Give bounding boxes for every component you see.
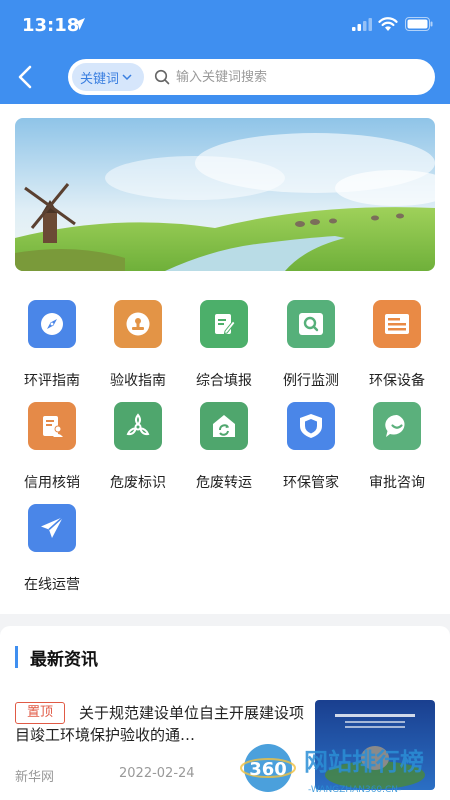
status-time: 13:18 (22, 15, 80, 36)
grid-item-routine-monitoring[interactable]: 例行监测 (268, 300, 354, 400)
news-headline: 关于规范建设单位自主开展建设项目竣工环境保护验收的通… (15, 704, 305, 744)
grid-item-credit-writeoff[interactable]: 信用核销 (9, 402, 95, 502)
grid-item-label: 危废标识 (110, 475, 166, 491)
biohazard-icon (114, 402, 162, 450)
grid-item-label: 环保设备 (369, 373, 425, 389)
grid-item-acceptance-guide[interactable]: 验收指南 (95, 300, 181, 400)
news-section-title: 最新资讯 (30, 650, 98, 670)
search-bar: 关键词 (68, 59, 435, 95)
grid-item-label: 审批咨询 (369, 475, 425, 491)
monitor-search-icon (287, 300, 335, 348)
chevron-down-icon (122, 74, 132, 81)
grid-item-eia-guide[interactable]: 环评指南 (9, 300, 95, 400)
news-source: 新华网 (15, 770, 55, 785)
grid-item-label: 环评指南 (24, 373, 80, 389)
watermark-brand: 网站排行榜 (304, 748, 424, 776)
main-content: 环评指南 验收指南 综合填报 例行监测 环保设备 信用核销 危废标识 危废转运 … (0, 104, 450, 614)
grid-item-online-operation[interactable]: 在线运营 (9, 504, 95, 604)
shield-icon (287, 402, 335, 450)
grid-item-hazwaste-transfer[interactable]: 危废转运 (181, 402, 267, 502)
compass-icon (28, 300, 76, 348)
app-header: 13:18 关键词 (0, 0, 450, 104)
grid-item-label: 环保管家 (283, 475, 339, 491)
news-date: 2022-02-24 (119, 766, 195, 781)
site-watermark: 360 网站排行榜 -WANGZHAN360.CN- (240, 742, 446, 798)
grid-item-label: 综合填报 (196, 373, 252, 389)
grid-item-label: 危废转运 (196, 475, 252, 491)
grid-item-comprehensive-report[interactable]: 综合填报 (181, 300, 267, 400)
credit-document-icon (28, 402, 76, 450)
location-arrow-icon (73, 18, 85, 30)
cellular-signal-icon (352, 18, 372, 31)
search-icon (154, 69, 170, 85)
grid-item-env-steward[interactable]: 环保管家 (268, 402, 354, 502)
wifi-icon (378, 17, 398, 31)
status-bar: 13:18 (0, 0, 450, 50)
grid-item-hazwaste-label[interactable]: 危废标识 (95, 402, 181, 502)
recycle-house-icon (200, 402, 248, 450)
grid-item-label: 例行监测 (283, 373, 339, 389)
grid-item-label: 在线运营 (24, 577, 80, 593)
search-input[interactable] (176, 59, 426, 95)
section-accent-bar (15, 646, 18, 668)
chat-bubble-icon (373, 402, 421, 450)
paper-plane-icon (28, 504, 76, 552)
grid-item-approval-consult[interactable]: 审批咨询 (354, 402, 440, 502)
stamp-icon (114, 300, 162, 348)
watermark-number: 360 (249, 759, 287, 780)
banner-carousel[interactable] (15, 118, 435, 271)
edit-document-icon (200, 300, 248, 348)
keyword-type-label: 关键词 (80, 71, 120, 87)
battery-icon (405, 17, 433, 31)
landscape-windmill-image (15, 118, 435, 271)
grid-item-label: 信用核销 (24, 475, 80, 491)
keyword-type-dropdown[interactable]: 关键词 (72, 63, 144, 91)
back-button[interactable] (12, 62, 40, 92)
watermark-domain: -WANGZHAN360.CN- (308, 785, 401, 795)
equipment-list-icon (373, 300, 421, 348)
grid-item-label: 验收指南 (110, 373, 166, 389)
chevron-left-icon (18, 65, 32, 89)
grid-item-env-equipment[interactable]: 环保设备 (354, 300, 440, 400)
